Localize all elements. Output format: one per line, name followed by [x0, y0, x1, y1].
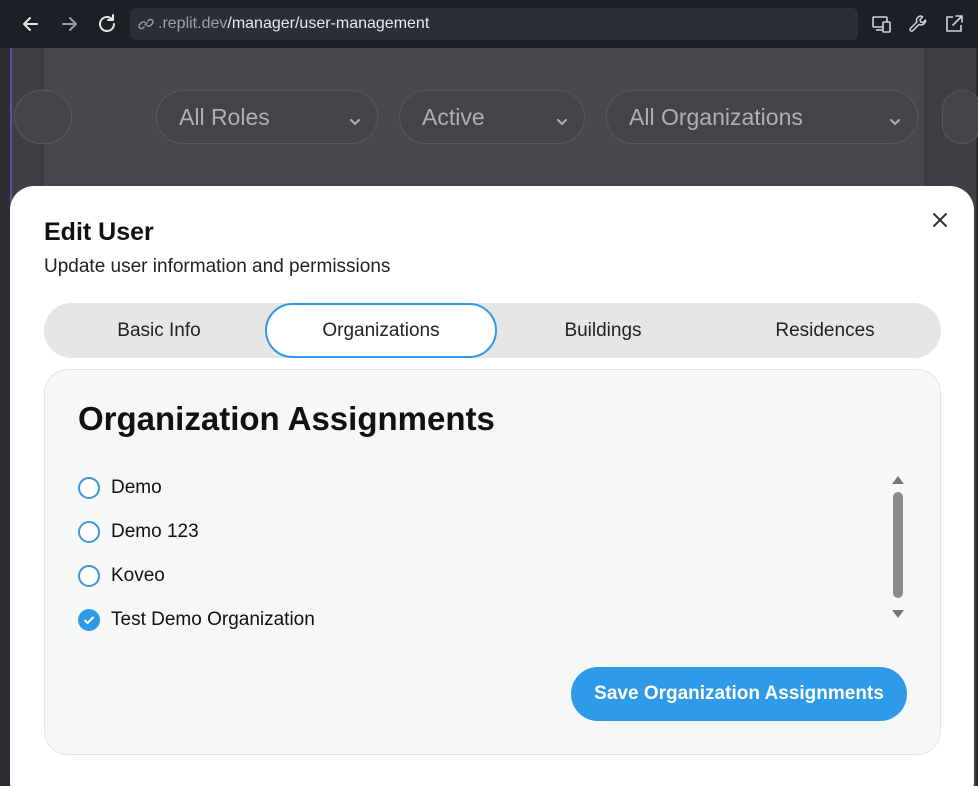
url-host: .replit.dev — [158, 15, 228, 32]
external-link-icon[interactable] — [940, 10, 968, 38]
tab-buildings[interactable]: Buildings — [492, 303, 714, 358]
chevron-down-icon — [887, 109, 903, 136]
filter-partial-left — [14, 90, 72, 144]
organizations-filter-value: All Organizations — [629, 103, 803, 130]
save-organization-assignments-button[interactable]: Save Organization Assignments — [571, 667, 907, 721]
checkbox-checked[interactable] — [78, 609, 100, 631]
scroll-up-arrow-icon[interactable] — [892, 476, 904, 484]
check-icon — [84, 616, 94, 624]
checkbox[interactable] — [78, 565, 100, 587]
devices-icon[interactable] — [868, 10, 896, 38]
back-arrow-icon[interactable] — [12, 5, 50, 43]
close-icon[interactable] — [928, 208, 952, 232]
status-filter-value: Active — [422, 103, 485, 130]
scrollbar-thumb[interactable] — [893, 492, 903, 598]
url-path: /manager/user-management — [227, 15, 430, 32]
status-filter[interactable]: Active — [399, 90, 585, 144]
chevron-down-icon — [554, 109, 570, 136]
forward-arrow-icon[interactable] — [50, 5, 88, 43]
list-item[interactable]: Demo — [78, 466, 878, 510]
roles-filter[interactable]: All Roles — [156, 90, 378, 144]
roles-filter-value: All Roles — [179, 103, 270, 130]
tab-bar: Basic Info Organizations Buildings Resid… — [44, 303, 941, 358]
checkbox[interactable] — [78, 477, 100, 499]
organization-list: Demo Demo 123 Koveo Test Demo Organizati… — [78, 466, 878, 642]
tab-basic-info[interactable]: Basic Info — [44, 303, 274, 358]
list-item[interactable]: Koveo — [78, 554, 878, 598]
organizations-filter[interactable]: All Organizations — [606, 90, 918, 144]
reload-icon[interactable] — [88, 5, 126, 43]
checkbox[interactable] — [78, 521, 100, 543]
organization-label: Demo 123 — [111, 521, 199, 542]
chevron-down-icon — [347, 109, 363, 136]
edit-user-dialog: Edit User Update user information and pe… — [10, 186, 974, 786]
organization-assignments-card: Organization Assignments Demo Demo 123 K… — [44, 369, 941, 755]
tab-residences[interactable]: Residences — [714, 303, 936, 358]
link-icon — [138, 16, 154, 32]
wrench-icon[interactable] — [904, 10, 932, 38]
address-bar[interactable]: .replit.dev/manager/user-management — [130, 8, 858, 40]
organization-label: Test Demo Organization — [111, 609, 315, 630]
scroll-down-arrow-icon[interactable] — [892, 610, 904, 618]
filter-partial-right — [942, 90, 978, 144]
list-item[interactable]: Demo 123 — [78, 510, 878, 554]
section-title: Organization Assignments — [78, 400, 495, 437]
tab-organizations[interactable]: Organizations — [265, 303, 497, 358]
dialog-title: Edit User — [44, 218, 154, 246]
browser-toolbar: .replit.dev/manager/user-management — [0, 0, 978, 48]
scrollbar[interactable] — [888, 470, 908, 622]
organization-label: Koveo — [111, 565, 165, 586]
organization-label: Demo — [111, 477, 162, 498]
dialog-subtitle: Update user information and permissions — [44, 256, 391, 277]
list-item[interactable]: Test Demo Organization — [78, 598, 878, 642]
